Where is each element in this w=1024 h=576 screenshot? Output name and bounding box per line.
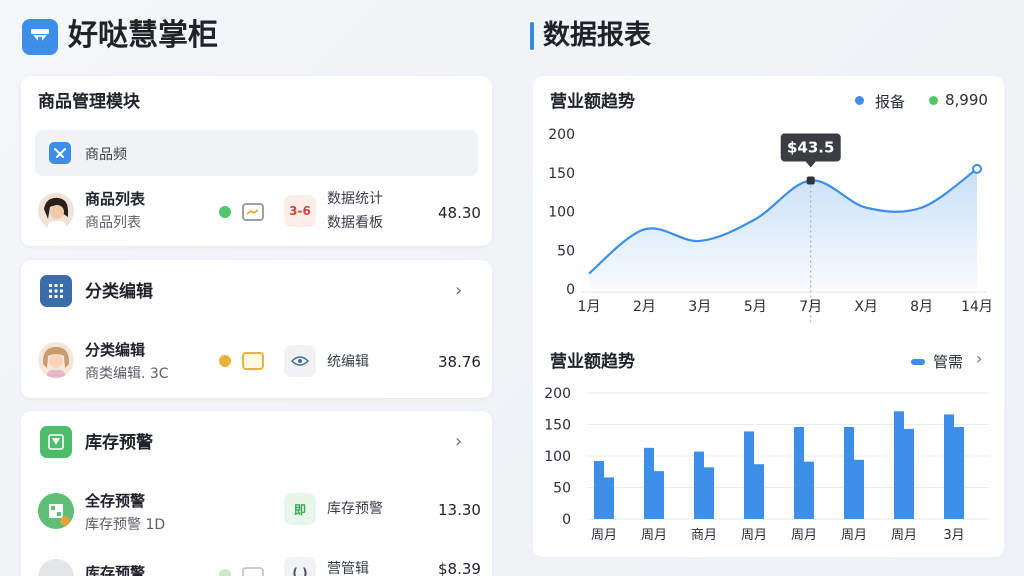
- stock-warning-card[interactable]: 库存预警 › 全存预警 库存预警 1D 即 库存预警 13.30 库存预警 ( …: [21, 411, 492, 576]
- row-name: 全存预警: [85, 492, 146, 510]
- bar: [904, 428, 914, 519]
- store-icon: [31, 29, 49, 45]
- y-tick-label: 50: [553, 481, 571, 497]
- tag-line1: 数据统计: [327, 191, 383, 207]
- bar: [644, 447, 654, 519]
- tag-badge: 即: [284, 493, 316, 525]
- tag-line1: 营管辑: [327, 561, 369, 576]
- y-tick-label: 0: [562, 512, 571, 528]
- x-tick-label: 周月: [791, 528, 817, 543]
- row-subtitle: 库存预警 1D: [85, 517, 166, 533]
- avatar: [38, 493, 74, 529]
- filter-icon: [40, 426, 72, 458]
- app-logo: [22, 19, 58, 55]
- eye-icon: [284, 345, 316, 377]
- bar: [604, 477, 614, 519]
- avatar: [38, 559, 74, 576]
- line-chart: 0 50 100 150 200 $43.5 1月 2月 3月 5月 7月 X月 8月 14月: [548, 127, 993, 323]
- status-dot: [219, 569, 231, 576]
- chevron-right-icon[interactable]: ›: [455, 431, 462, 452]
- x-tick-label: 14月: [961, 299, 993, 315]
- wallet-icon: [242, 567, 264, 576]
- bar-chart: 0 50 100 150 200 周月 周月 商月 周月 周月 周月 周月 3月: [544, 386, 989, 543]
- tooltip-arrow: [805, 161, 816, 168]
- row-name: 库存预警: [85, 564, 146, 576]
- tag-line1: 统编辑: [327, 354, 369, 370]
- wallet-icon: [242, 203, 264, 221]
- tooltip-value: $43.5: [787, 139, 834, 157]
- line-end-point: [972, 163, 982, 174]
- amount: 38.76: [438, 353, 481, 371]
- y-tick-label: 50: [557, 243, 575, 259]
- app-title: 好哒慧掌柜: [68, 18, 218, 53]
- bar: [944, 414, 954, 519]
- avatar: [38, 342, 74, 378]
- category-edit-card[interactable]: 分类编辑 › 分类编辑 商类编辑. 3C 统编辑 38.76: [21, 260, 492, 398]
- x-tick-label: 2月: [633, 299, 656, 315]
- status-dot: [219, 206, 231, 218]
- tooltip-point: [806, 176, 815, 185]
- bar: [794, 427, 804, 519]
- card-title: 商品管理模块: [38, 92, 140, 112]
- bar: [804, 461, 814, 519]
- x-tick-label: 周月: [741, 528, 767, 543]
- amount: $8.39: [438, 560, 481, 576]
- product-icon: [49, 142, 71, 164]
- bar: [844, 427, 854, 519]
- brackets-icon: ( ): [284, 557, 316, 576]
- x-tick-label: X月: [854, 299, 878, 315]
- bar: [694, 451, 704, 519]
- x-tick-label: 周月: [591, 528, 617, 543]
- chevron-right-icon[interactable]: ›: [455, 280, 462, 301]
- x-tick-label: 周月: [841, 528, 867, 543]
- bar: [654, 471, 664, 519]
- row-name: 分类编辑: [85, 341, 146, 359]
- y-tick-label: 150: [548, 166, 575, 182]
- bar: [754, 464, 764, 519]
- amount: 48.30: [438, 204, 481, 222]
- avatar: [38, 193, 74, 229]
- row-name: 商品列表: [85, 190, 146, 208]
- amount: 13.30: [438, 501, 481, 519]
- bar: [854, 459, 864, 519]
- x-tick-label: 3月: [688, 299, 711, 315]
- tag-line1: 库存预警: [327, 501, 383, 517]
- x-tick-label: 周月: [641, 528, 667, 543]
- bar: [954, 427, 964, 519]
- y-tick-label: 100: [544, 449, 571, 465]
- row-subtitle: 商品列表: [85, 215, 141, 231]
- x-tick-label: 1月: [578, 299, 601, 315]
- card-title: 库存预警: [85, 433, 153, 453]
- folder-icon: [242, 352, 264, 370]
- bar: [594, 461, 604, 519]
- product-management-card: 商品管理模块 商品频 商品列表 商品列表 3-6 数据统计 数据看板 48.30: [21, 76, 492, 246]
- y-tick-label: 150: [544, 418, 571, 434]
- status-dot: [219, 355, 231, 367]
- x-tick-label: 7月: [799, 299, 822, 315]
- y-tick-label: 100: [548, 205, 575, 221]
- x-tick-label: 8月: [910, 299, 933, 315]
- sub-label: 商品频: [85, 147, 127, 163]
- row-subtitle: 商类编辑. 3C: [85, 366, 169, 382]
- bar: [704, 467, 714, 519]
- x-tick-label: 5月: [744, 299, 767, 315]
- report-title-accent: [530, 22, 534, 50]
- card-title: 分类编辑: [85, 282, 153, 302]
- bar: [744, 431, 754, 519]
- y-tick-label: 0: [566, 282, 575, 298]
- product-frequency-row[interactable]: 商品频: [35, 130, 478, 176]
- bar: [894, 411, 904, 519]
- x-tick-label: 周月: [891, 528, 917, 543]
- tag-badge: 3-6: [284, 195, 316, 227]
- tag-line2: 数据看板: [327, 215, 383, 231]
- x-tick-label: 商月: [691, 528, 717, 543]
- y-tick-label: 200: [548, 127, 575, 143]
- x-tick-label: 3月: [943, 528, 964, 543]
- grid-icon: [40, 275, 72, 307]
- report-title: 数据报表: [543, 20, 651, 51]
- y-tick-label: 200: [544, 386, 571, 402]
